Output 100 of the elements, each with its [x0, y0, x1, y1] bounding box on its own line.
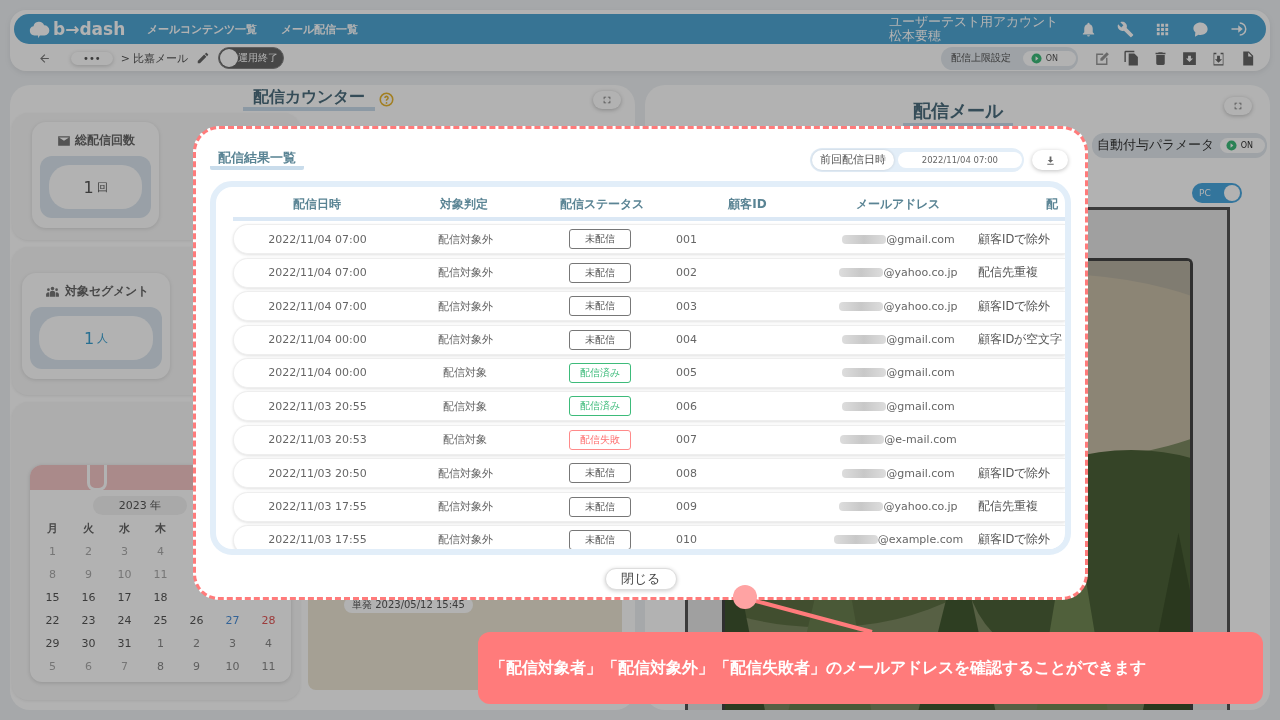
calendar-day[interactable]: 9 — [178, 660, 215, 673]
calendar-day[interactable]: 1 — [142, 637, 179, 650]
table-cell: @gmail.com — [886, 366, 955, 380]
status-badge: 配信済み — [568, 396, 631, 417]
table-cell: @gmail.com — [886, 232, 955, 246]
calendar-day[interactable]: 15 — [34, 591, 71, 604]
status-badge: 未配信 — [568, 529, 631, 549]
table-cell-text: 004 — [676, 333, 698, 347]
table-cell-text: 配信対象外 — [436, 231, 494, 247]
table-row[interactable]: 2022/11/04 00:00 配信対象外 未配信 004 @gmail.com 顧客IDが空文字 — [233, 324, 1065, 355]
calendar-day[interactable]: 27 — [214, 614, 251, 627]
table-cell-text: 配信対象外 — [436, 499, 494, 514]
table-cell-text: 配信対象外 — [436, 298, 494, 314]
table-cell-text: 006 — [676, 399, 698, 413]
table-row[interactable]: 2022/11/03 17:55 配信対象外 未配信 009 @yahoo.co.jp 配信先重複 — [233, 491, 1065, 522]
column-header: 対象判定 — [439, 195, 489, 213]
count-value: 1 回 — [49, 165, 142, 209]
table-cell: @yahoo.co.jp — [883, 500, 958, 513]
status-badge: 未配信 — [568, 229, 631, 250]
table-cell-text: 配信対象 — [442, 432, 488, 448]
status-badge: 未配信 — [568, 296, 631, 317]
table-cell-text: 顧客IDで除外 — [977, 532, 1052, 548]
calendar-day[interactable]: 4 — [250, 637, 287, 650]
breadcrumb: > 比嘉メール — [120, 50, 189, 66]
calendar-day[interactable]: 25 — [142, 614, 179, 627]
status-badge: 未配信 — [568, 496, 631, 517]
table-cell-text: 配信先重複 — [977, 265, 1039, 281]
calendar-day[interactable]: 18 — [142, 591, 179, 604]
table-cell-text: 2022/11/04 00:00 — [267, 366, 368, 380]
status-badge: 未配信 — [568, 262, 631, 283]
table-row[interactable]: 2022/11/04 07:00 配信対象外 未配信 003 @yahoo.co.jp 顧客IDで除外 — [233, 291, 1065, 322]
card-label: 対象セグメント — [64, 283, 149, 300]
calendar-year[interactable]: 2023 年 — [93, 496, 187, 515]
table-cell-text: 2022/11/03 17:55 — [267, 533, 368, 547]
calendar-day[interactable]: 8 — [142, 660, 179, 673]
weekday-label: 月 — [46, 521, 59, 536]
status-badge: 未配信 — [568, 463, 631, 484]
table-row[interactable]: 2022/11/03 20:50 配信対象外 未配信 008 @gmail.com 顧客IDで除外 — [233, 458, 1065, 489]
callout-text: 「配信対象者」「配信対象外」「配信失敗者」のメールアドレスを確認することができます — [478, 632, 1263, 704]
table-cell-text: 005 — [676, 366, 698, 380]
table-cell: @yahoo.co.jp — [883, 266, 958, 280]
table-cell-text: 009 — [676, 500, 698, 513]
table-cell-text: 配信対象 — [442, 365, 488, 381]
table-cell-text: 2022/11/03 20:50 — [267, 466, 368, 480]
more-button[interactable]: ••• — [71, 51, 113, 65]
table-row[interactable]: 2022/11/03 17:55 配信対象外 未配信 010 @example.com 顧客IDで除外 — [233, 524, 1065, 549]
table-row[interactable]: 2022/11/04 07:00 配信対象外 未配信 001 @gmail.com 顧客IDで除外 — [233, 224, 1065, 255]
table-row[interactable]: 2022/11/04 00:00 配信対象 配信済み 005 @gmail.com — [233, 357, 1065, 388]
last-sent-label: 前回配信日時 — [811, 150, 894, 170]
column-header: メールアドレス — [854, 195, 941, 213]
table-cell: @example.com — [877, 533, 964, 547]
table-cell: @yahoo.co.jp — [883, 299, 958, 313]
weekday-label: 木 — [154, 521, 167, 536]
count-value: 1 人 — [39, 316, 153, 360]
on-indicator[interactable]: ON — [1022, 50, 1076, 66]
calendar-day[interactable]: 29 — [34, 637, 71, 650]
weekday-label: 水 — [118, 521, 131, 536]
calendar-day[interactable]: 2 — [178, 637, 215, 650]
user-name: 松本要穂 — [889, 29, 942, 43]
parameter-label: 自動付与パラメータ — [1095, 136, 1215, 154]
table-cell-text: 002 — [676, 266, 698, 280]
table-cell-text: 顧客IDが空文字 — [977, 332, 1061, 348]
close-button[interactable]: 閉じる — [604, 568, 677, 590]
calendar-day[interactable]: 10 — [214, 660, 251, 673]
card-label: 総配信回数 — [74, 132, 135, 149]
table-cell: @gmail.com — [886, 466, 955, 480]
table-cell-text: 配信先重複 — [977, 499, 1039, 514]
table-row[interactable]: 2022/11/03 20:53 配信対象 配信失敗 007 @e-mail.com — [233, 424, 1065, 455]
table-cell: @gmail.com — [886, 333, 955, 347]
calendar-day[interactable]: 22 — [34, 614, 71, 627]
status-toggle[interactable]: 運用終了 — [218, 47, 285, 69]
calendar-day[interactable]: 24 — [106, 614, 143, 627]
calendar-day[interactable]: 3 — [214, 637, 251, 650]
calendar-day[interactable]: 30 — [70, 637, 107, 650]
table-cell-text: 2022/11/04 07:00 — [267, 266, 368, 280]
calendar-day[interactable]: 16 — [70, 591, 107, 604]
modal-title: 配信結果一覧 — [210, 150, 304, 170]
table-cell-text: 顧客IDで除外 — [977, 231, 1052, 247]
calendar-day[interactable]: 28 — [250, 614, 287, 627]
calendar-day[interactable]: 11 — [250, 660, 287, 673]
table-row[interactable]: 2022/11/03 20:55 配信対象 配信済み 006 @gmail.com — [233, 391, 1065, 422]
logo-text: b→dash — [53, 19, 126, 39]
table-cell-text: 配信対象 — [442, 398, 488, 414]
last-sent-value: 2022/11/04 07:00 — [897, 152, 1022, 168]
account-name: ユーザーテスト用アカウント — [889, 15, 1058, 29]
table-row[interactable]: 2022/11/04 07:00 配信対象外 未配信 002 @yahoo.co.jp 配信先重複 — [233, 257, 1065, 288]
calendar-day[interactable]: 26 — [178, 614, 215, 627]
table-cell-text: 顧客IDで除外 — [977, 298, 1052, 314]
table-cell-text: 配信対象外 — [436, 465, 494, 481]
calendar-day[interactable]: 23 — [70, 614, 107, 627]
table-cell-text: 2022/11/04 00:00 — [267, 333, 368, 347]
table-cell-text: 2022/11/04 07:00 — [267, 299, 368, 313]
limit-label: 配信上限設定 — [949, 50, 1012, 65]
on-indicator[interactable]: ON — [1219, 138, 1265, 153]
table-cell-text: 008 — [676, 466, 698, 480]
calendar-day[interactable]: 31 — [106, 637, 143, 650]
table-cell-text: 010 — [676, 533, 698, 547]
table-cell-text: 2022/11/03 17:55 — [267, 500, 368, 513]
table-cell-text: 001 — [676, 232, 698, 246]
calendar-day[interactable]: 17 — [106, 591, 143, 604]
